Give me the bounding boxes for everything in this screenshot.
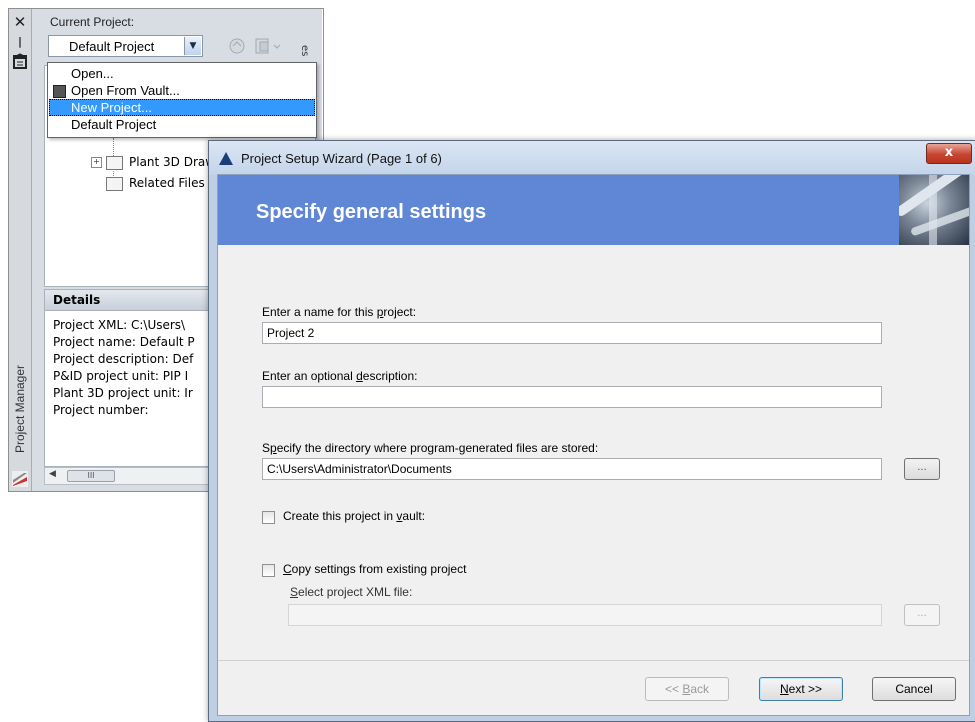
menu-item-label: Open From Vault... <box>71 83 180 98</box>
next-button[interactable]: Next >> <box>759 677 843 701</box>
close-icon[interactable]: ✕ <box>13 15 27 30</box>
menu-item-new-project[interactable]: New Project... <box>49 99 315 116</box>
vault-icon <box>53 85 66 98</box>
autocad-logo-icon <box>219 152 233 165</box>
tree-item-plant-3d-drawings[interactable]: + Plant 3D Draw <box>91 155 215 170</box>
tree-item-label: Related Files <box>129 176 205 190</box>
copy-settings-checkbox[interactable] <box>262 564 275 577</box>
copy-settings-label: Copy settings from existing project <box>283 562 467 576</box>
current-project-select[interactable]: Default Project ▼ <box>48 35 203 57</box>
footer-divider <box>218 660 969 661</box>
folder-icon <box>106 176 123 191</box>
browse-directory-button[interactable]: ... <box>904 458 940 480</box>
current-project-value: Default Project <box>69 39 155 54</box>
expand-icon[interactable]: + <box>91 157 102 168</box>
cancel-button[interactable]: Cancel <box>872 677 956 701</box>
current-project-label: Current Project: <box>50 15 135 29</box>
menu-item-default-project[interactable]: Default Project <box>49 116 315 133</box>
autocad-logo-icon <box>12 471 28 487</box>
select-xml-label: Select project XML file: <box>290 585 413 599</box>
palette-vertical-title: Project Manager <box>13 364 27 454</box>
chevron-down-icon[interactable]: ▼ <box>184 37 201 55</box>
publish-icon[interactable] <box>228 37 246 55</box>
directory-label: Specify the directory where program-gene… <box>262 441 599 455</box>
description-input[interactable] <box>262 386 882 408</box>
menu-item-label: Default Project <box>71 117 157 132</box>
plant-pipes-image <box>899 175 969 245</box>
scroll-left-icon[interactable]: ◀ <box>49 469 56 479</box>
project-dropdown-list: Open... Open From Vault... New Project..… <box>47 62 317 138</box>
close-button[interactable]: x <box>926 143 972 164</box>
project-setup-wizard-dialog: Project Setup Wizard (Page 1 of 6) x Spe… <box>208 140 975 722</box>
details-title: Details <box>53 293 101 307</box>
drawing-folder-icon <box>106 155 123 170</box>
create-in-vault-label: Create this project in vault: <box>283 509 426 523</box>
menu-item-open[interactable]: Open... <box>49 65 315 82</box>
side-tab-label[interactable]: es <box>250 45 310 57</box>
tree-item-related-files[interactable]: Related Files <box>106 176 205 191</box>
menu-item-label: Open... <box>71 66 114 81</box>
scroll-thumb[interactable]: III <box>67 470 115 482</box>
xml-file-input[interactable] <box>288 604 882 626</box>
wizard-body: Specify general settings Enter a name fo… <box>217 174 970 716</box>
auto-hide-icon[interactable]: |◂▸ <box>13 35 27 62</box>
tree-item-label: Plant 3D Draw <box>129 155 216 169</box>
create-in-vault-checkbox[interactable] <box>262 511 275 524</box>
menu-item-label: New Project... <box>71 100 152 115</box>
project-name-label: Enter a name for this project: <box>262 305 417 319</box>
directory-input[interactable]: C:\Users\Administrator\Documents <box>262 458 882 480</box>
wizard-banner: Specify general settings <box>218 175 969 245</box>
description-label: Enter an optional description: <box>262 369 418 383</box>
wizard-title: Project Setup Wizard (Page 1 of 6) <box>241 151 442 166</box>
wizard-heading: Specify general settings <box>256 201 487 223</box>
project-name-input[interactable]: Project 2 <box>262 322 882 344</box>
palette-title-strip: ✕ |◂▸ Project Manager <box>9 9 32 491</box>
menu-item-open-from-vault[interactable]: Open From Vault... <box>49 82 315 99</box>
properties-icon[interactable] <box>13 55 27 69</box>
back-button[interactable]: << Back <box>645 677 729 701</box>
browse-xml-button[interactable]: ... <box>904 604 940 626</box>
wizard-titlebar[interactable]: Project Setup Wizard (Page 1 of 6) x <box>209 141 975 175</box>
